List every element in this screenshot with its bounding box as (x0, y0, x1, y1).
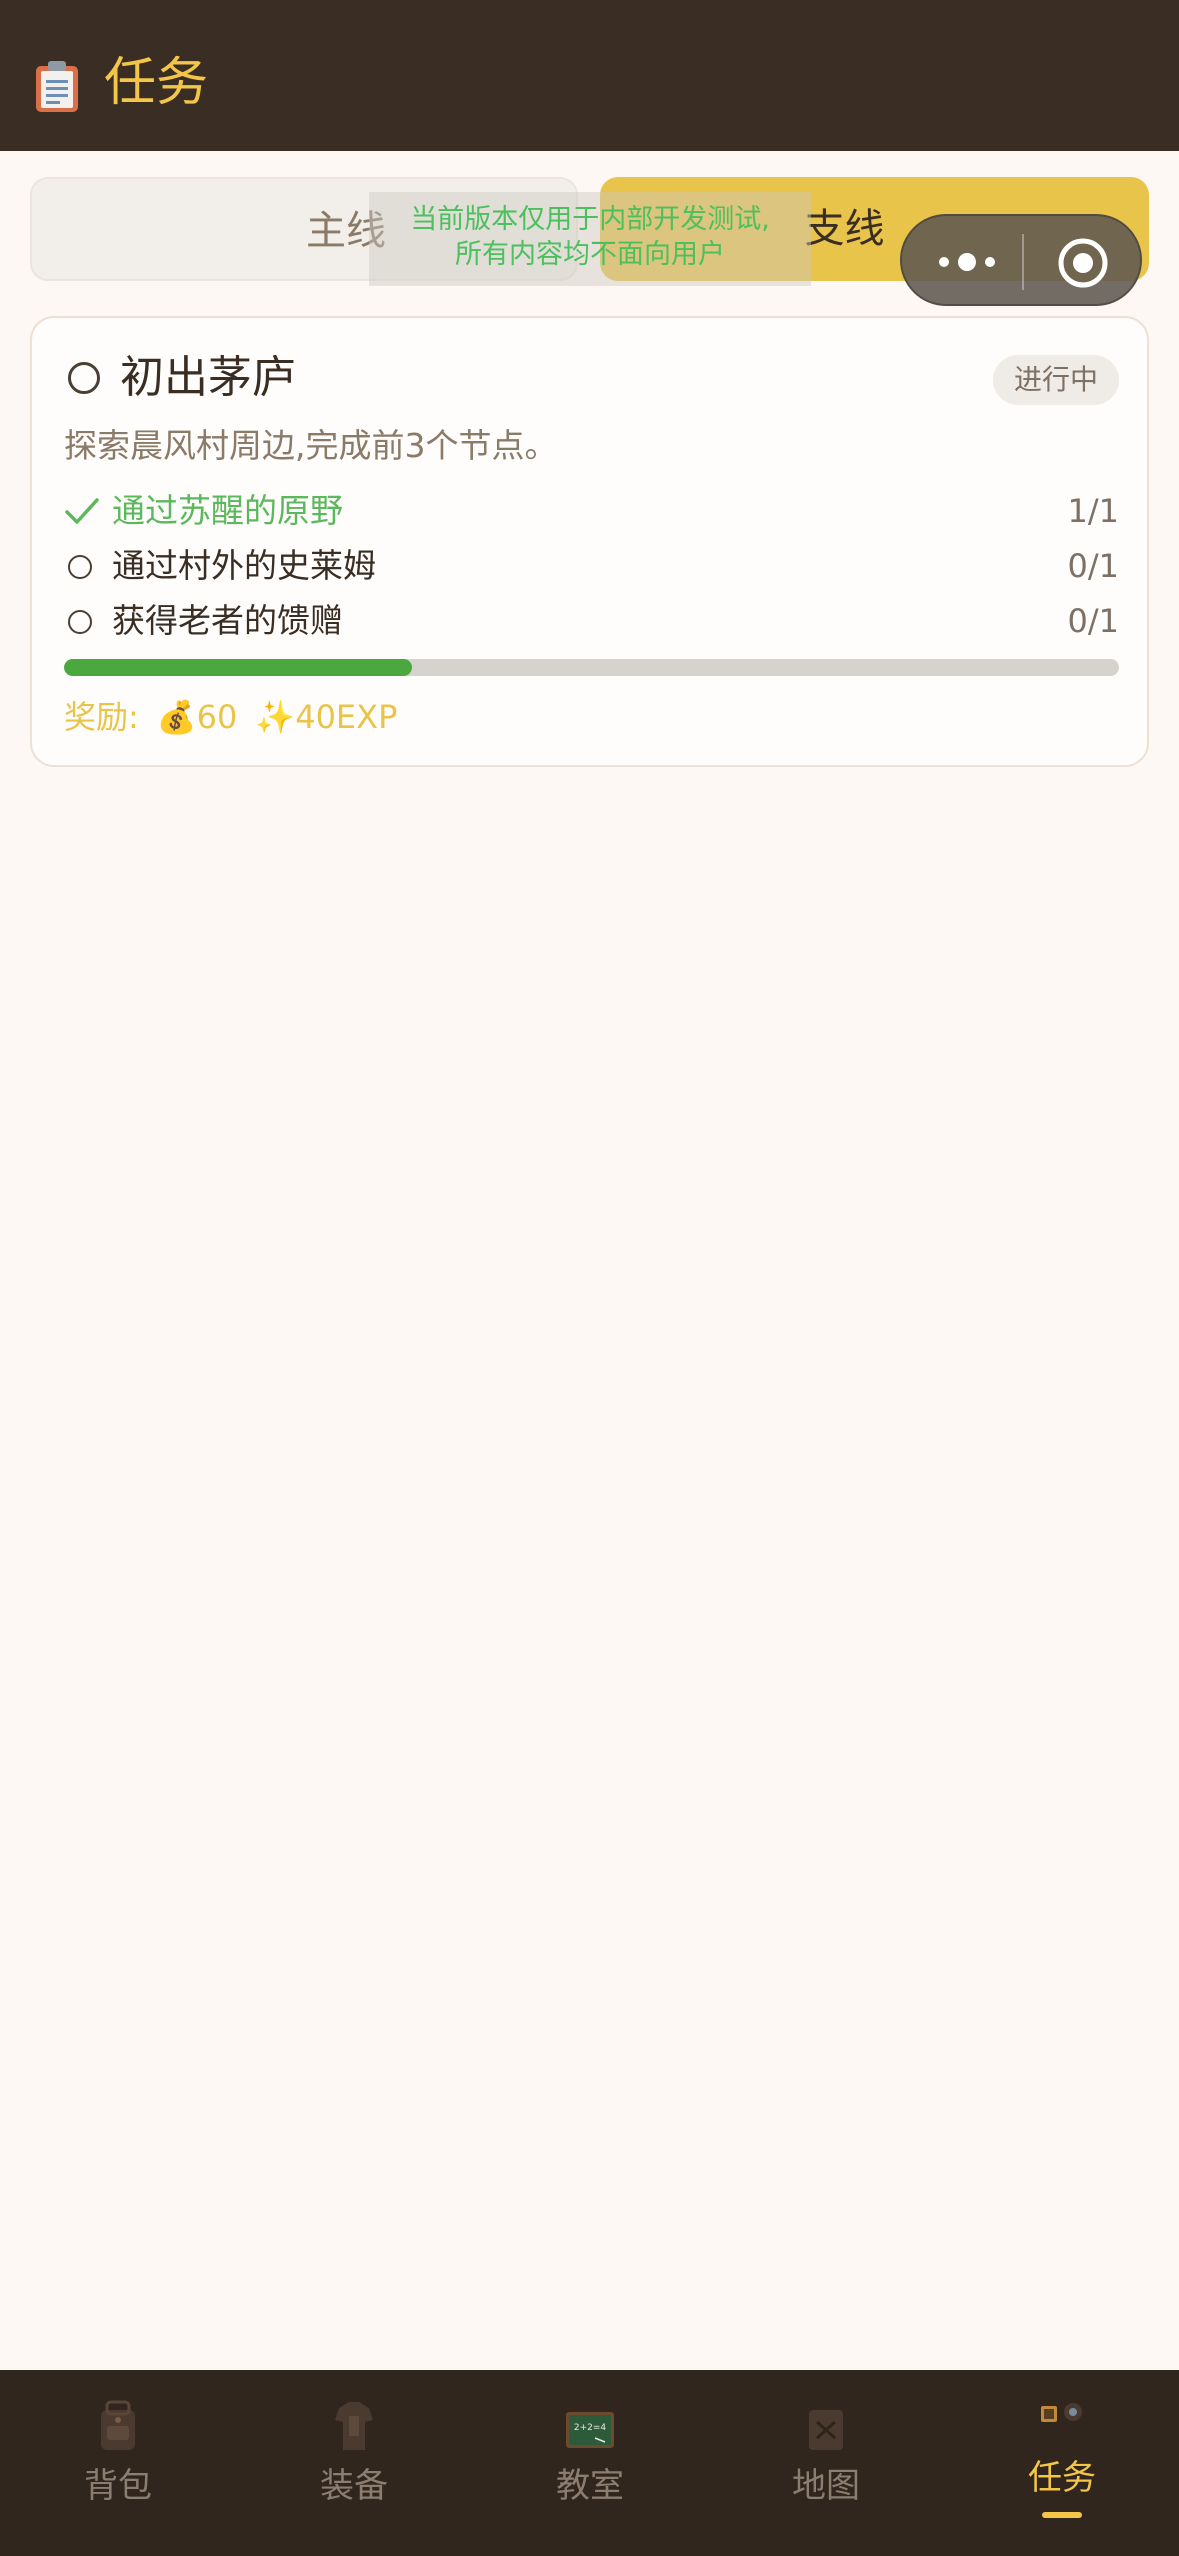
tabbar-item-quest[interactable]: 任务 (944, 2370, 1179, 2556)
reward-label: 奖励: (64, 698, 139, 736)
objective-label: 通过苏醒的原野 (112, 491, 343, 530)
quest-status-circle-icon (68, 362, 100, 394)
quest-card[interactable]: 初出茅庐 进行中 探索晨风村周边,完成前3个节点。 通过苏醒的原野 1/1 通过… (30, 316, 1149, 767)
pending-circle-icon (68, 555, 92, 579)
objective-item: 通过村外的史莱姆 0/1 (64, 542, 1119, 590)
clipboard-icon (36, 61, 78, 112)
quest-title: 初出茅庐 (120, 352, 296, 403)
objective-label: 通过村外的史莱姆 (112, 546, 376, 585)
pending-circle-icon (68, 610, 92, 634)
quest-progress-bar (64, 659, 1119, 676)
status-badge: 进行中 (993, 355, 1119, 405)
tabbar-item-classroom[interactable]: 2+2=4 教室 (472, 2370, 708, 2556)
more-dots-icon[interactable] (932, 242, 1002, 282)
app-header: 任务 (0, 0, 1179, 151)
tabbar-label: 地图 (792, 2466, 860, 2506)
miniprogram-capsule (900, 214, 1142, 306)
active-tab-indicator (1042, 2512, 1082, 2518)
quest-reward: 奖励: 💰60 ✨40EXP (64, 693, 415, 741)
tabbar-label: 教室 (556, 2466, 624, 2506)
page-title: 任务 (104, 53, 209, 113)
tabbar-label: 装备 (320, 2466, 388, 2506)
armor-icon (335, 2402, 373, 2450)
check-icon (65, 498, 99, 524)
quest-description: 探索晨风村周边,完成前3个节点。 (64, 426, 558, 465)
tabbar-label: 任务 (1028, 2458, 1096, 2498)
objective-label: 获得老者的馈赠 (112, 601, 343, 640)
backpack-icon (101, 2400, 135, 2450)
target-close-icon[interactable] (1057, 237, 1109, 289)
chalkboard-icon: 2+2=4 (566, 2412, 614, 2448)
reward-gold: 💰60 (156, 698, 238, 736)
tabbar-item-backpack[interactable]: 背包 (0, 2370, 236, 2556)
dev-banner-line1: 当前版本仅用于内部开发测试, (410, 204, 770, 235)
dev-test-banner: 当前版本仅用于内部开发测试, 所有内容均不面向用户 (369, 192, 811, 286)
objective-count: 1/1 (1067, 492, 1120, 530)
objective-count: 0/1 (1067, 547, 1120, 585)
reward-exp: ✨40EXP (255, 698, 398, 736)
objective-count: 0/1 (1067, 602, 1120, 640)
svg-text:2+2=4: 2+2=4 (574, 2423, 607, 2433)
quest-progress-fill (64, 659, 413, 676)
tabbar-label: 背包 (84, 2466, 152, 2506)
tabbar-item-equipment[interactable]: 装备 (236, 2370, 472, 2556)
capsule-divider (1022, 234, 1024, 290)
map-icon (809, 2410, 843, 2450)
objective-item: 通过苏醒的原野 1/1 (64, 487, 1119, 535)
quest-icon (1041, 2403, 1082, 2422)
tabbar-item-map[interactable]: 地图 (708, 2370, 944, 2556)
bottom-tabbar: 背包 装备 2+2=4 教室 地图 任务 (0, 2370, 1179, 2556)
objective-item: 获得老者的馈赠 0/1 (64, 597, 1119, 645)
dev-banner-line2: 所有内容均不面向用户 (455, 239, 725, 270)
